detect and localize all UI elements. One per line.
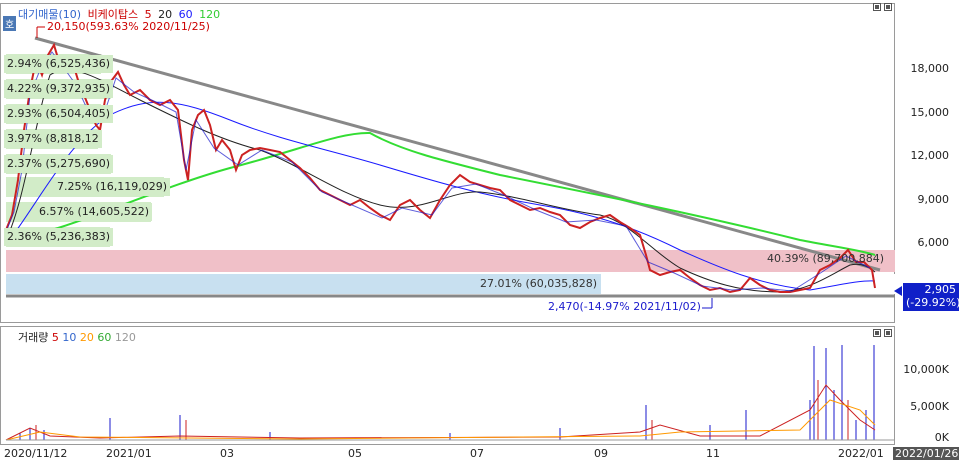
- price-tick: 12,000: [910, 149, 950, 162]
- x-tick: 11: [706, 447, 720, 460]
- low-annotation: 2,470(-14.97% 2021/11/02): [548, 300, 701, 313]
- current-price-box: 2,905 (-29.92%): [903, 283, 959, 311]
- volume-profile-label: 2.36% (5,236,383): [4, 228, 114, 246]
- volume-close-icon[interactable]: [884, 329, 892, 337]
- volume-profile-label: 2.37% (5,275,690): [4, 155, 114, 173]
- vol-ma10-label[interactable]: 10: [62, 331, 76, 344]
- price-tick: 18,000: [910, 62, 950, 75]
- price-tick: 6,000: [917, 236, 950, 249]
- current-price-change: (-29.92%): [906, 296, 959, 309]
- x-tick: 05: [348, 447, 362, 460]
- x-tick: 07: [470, 447, 484, 460]
- x-tick: 03: [220, 447, 234, 460]
- price-tick: 9,000: [917, 193, 950, 206]
- x-tick: 2022/01: [838, 447, 884, 460]
- support-zone-label: 27.01% (60,035,828): [480, 277, 598, 290]
- x-tick: 2020/11/12: [4, 447, 68, 460]
- vol-ma120-label[interactable]: 120: [115, 331, 136, 344]
- volume-axis: 10,000K 5,000K 0K: [897, 326, 959, 445]
- volume-profile-label: 2.93% (6,504,405): [4, 105, 114, 123]
- volume-profile-label: 3.97% (8,818,12: [4, 130, 102, 148]
- volume-profile-label: 4.22% (9,372,935): [4, 80, 114, 98]
- high-annotation: 20,150(593.63% 2020/11/25): [47, 20, 210, 33]
- volume-profile-label: 6.57% (14,605,522): [36, 203, 153, 221]
- volume-profile-label: 2.94% (6,525,436): [4, 55, 114, 73]
- volume-tick: 5,000K: [910, 400, 949, 413]
- volume-tick: 10,000K: [903, 363, 949, 376]
- minimize-icon[interactable]: [873, 3, 881, 11]
- x-tick: 2021/01: [106, 447, 152, 460]
- x-tick-current: 2022/01/26: [893, 447, 959, 460]
- chart-badge[interactable]: 호: [3, 16, 17, 31]
- close-icon[interactable]: [884, 3, 892, 11]
- volume-profile-label: 7.25% (16,119,029): [54, 178, 171, 196]
- volume-label[interactable]: 거래량: [18, 331, 48, 344]
- price-tick: 15,000: [910, 106, 950, 119]
- vol-ma20-label[interactable]: 20: [80, 331, 94, 344]
- volume-tick: 0K: [934, 431, 949, 444]
- resistance-zone-band: [6, 250, 895, 272]
- price-axis: 18,000 15,000 12,000 9,000 6,000: [897, 0, 959, 323]
- volume-minimize-icon[interactable]: [873, 329, 881, 337]
- resistance-zone-label: 40.39% (89,700,884): [767, 252, 885, 265]
- vol-ma60-label[interactable]: 60: [97, 331, 111, 344]
- current-price-value: 2,905: [924, 283, 957, 296]
- x-tick: 09: [594, 447, 608, 460]
- volume-header: 거래량 5 10 20 60 120: [18, 329, 136, 345]
- vol-ma5-label[interactable]: 5: [52, 331, 59, 344]
- trend-line: [34, 36, 881, 272]
